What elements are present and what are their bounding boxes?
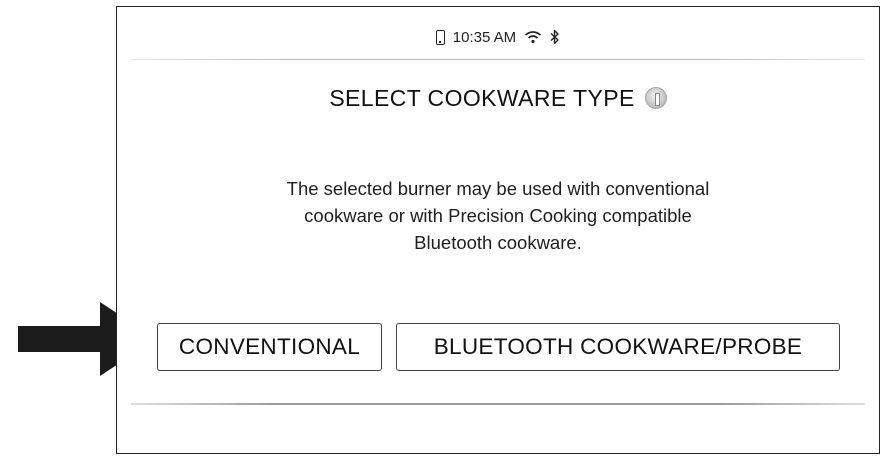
phone-icon — [435, 29, 445, 45]
status-bar: 10:35 AM — [117, 25, 879, 49]
info-icon[interactable] — [644, 87, 667, 109]
message-line: cookware or with Precision Cooking compa… — [304, 205, 692, 226]
message-line: Bluetooth cookware. — [414, 232, 582, 253]
bottom-divider — [131, 403, 865, 405]
bluetooth-icon — [550, 29, 559, 45]
conventional-button[interactable]: CONVENTIONAL — [157, 323, 382, 371]
dialog-title: SELECT COOKWARE TYPE — [329, 84, 635, 111]
dialog-message: The selected burner may be used with con… — [197, 175, 799, 256]
bluetooth-cookware-probe-button[interactable]: BLUETOOTH COOKWARE/PROBE — [396, 323, 840, 371]
wifi-icon — [525, 31, 542, 44]
display-screen: 10:35 AM SELECT COOKWARE TYPE The select… — [116, 6, 880, 454]
dialog-header: SELECT COOKWARE TYPE — [117, 83, 879, 113]
message-line: The selected burner may be used with con… — [286, 178, 710, 199]
top-divider — [131, 59, 865, 60]
status-time: 10:35 AM — [452, 28, 517, 46]
